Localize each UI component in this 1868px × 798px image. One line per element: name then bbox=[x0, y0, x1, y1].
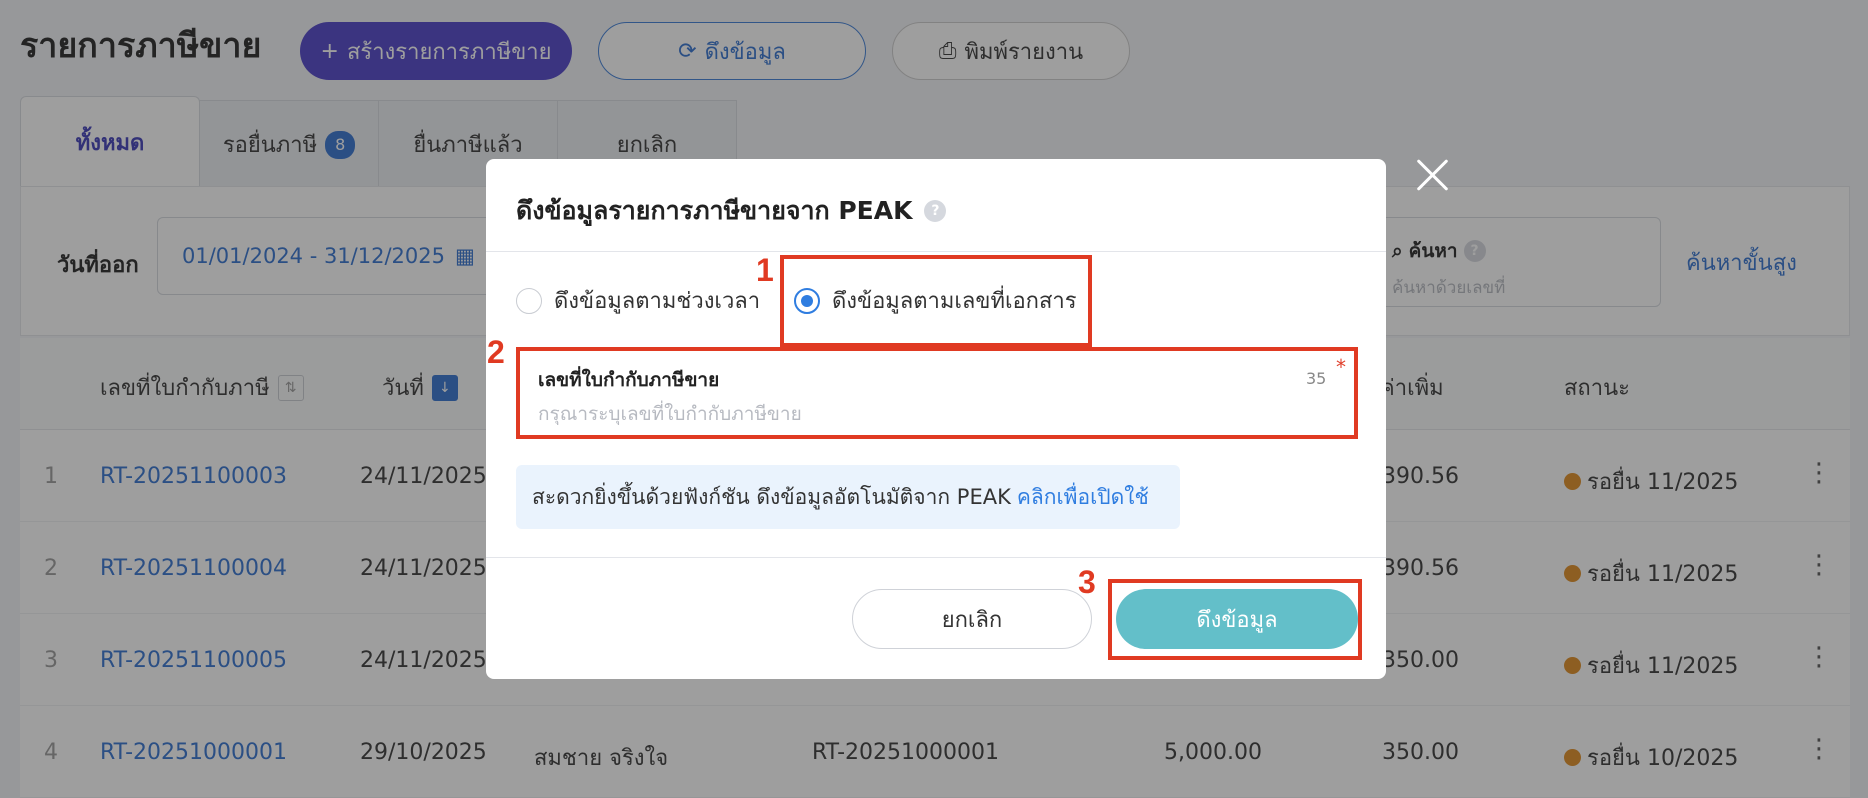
info-text: สะดวกยิ่งขึ้นด้วยฟังก์ชัน ดึงข้อมูลอัตโน… bbox=[532, 484, 1011, 509]
help-icon[interactable]: ? bbox=[924, 200, 947, 222]
divider bbox=[486, 251, 1386, 252]
close-icon[interactable] bbox=[1416, 158, 1450, 192]
cancel-button[interactable]: ยกเลิก bbox=[852, 589, 1092, 649]
annotation-number-3: 3 bbox=[1078, 564, 1096, 600]
annotation-number-2: 2 bbox=[487, 334, 505, 370]
modal-title-text: ดึงข้อมูลรายการภาษีขายจาก PEAK bbox=[516, 196, 913, 225]
modal-title: ดึงข้อมูลรายการภาษีขายจาก PEAK ? bbox=[516, 191, 947, 231]
annotation-box-2 bbox=[516, 347, 1358, 439]
radio-label: ดึงข้อมูลตามช่วงเวลา bbox=[554, 289, 761, 314]
divider bbox=[486, 557, 1386, 558]
annotation-box-3 bbox=[1108, 579, 1362, 660]
radio-option-by-time[interactable]: ดึงข้อมูลตามช่วงเวลา bbox=[516, 283, 760, 318]
enable-auto-fetch-link[interactable]: คลิกเพื่อเปิดใช้ bbox=[1017, 481, 1149, 514]
annotation-number-1: 1 bbox=[756, 252, 774, 288]
radio-button[interactable] bbox=[516, 287, 542, 314]
annotation-box-1 bbox=[780, 255, 1092, 347]
info-banner: สะดวกยิ่งขึ้นด้วยฟังก์ชัน ดึงข้อมูลอัตโน… bbox=[516, 465, 1180, 529]
